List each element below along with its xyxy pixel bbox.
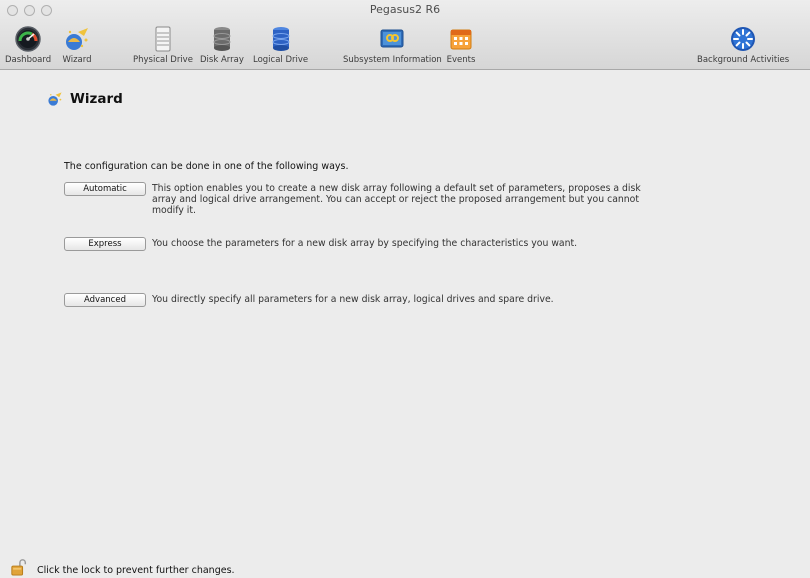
option-automatic: Automatic This option enables you to cre…: [64, 182, 662, 216]
option-express: Express You choose the parameters for a …: [64, 237, 662, 251]
option-advanced: Advanced You directly specify all parame…: [64, 293, 662, 307]
physical-drive-icon: [155, 26, 171, 52]
main-content: Wizard The configuration can be done in …: [0, 70, 810, 555]
toolbar-wizard[interactable]: Wizard: [62, 24, 92, 65]
window-title: Pegasus2 R6: [369, 3, 441, 16]
option-description: You directly specify all parameters for …: [152, 294, 554, 305]
option-description: This option enables you to create a new …: [152, 183, 641, 216]
toolbar-background-activities[interactable]: Background Activities: [697, 24, 789, 65]
toolbar-label: Background Activities: [697, 55, 790, 65]
toolbar-label: Events: [446, 55, 476, 65]
events-calendar-icon: [450, 29, 472, 50]
page-header: Wizard: [46, 90, 123, 108]
dashboard-gauge-icon: [15, 26, 41, 52]
page-title: Wizard: [70, 91, 123, 107]
toolbar-label: Physical Drive: [133, 55, 193, 65]
toolbar-dashboard[interactable]: Dashboard: [5, 24, 51, 65]
toolbar-subsystem-information[interactable]: Subsystem Information: [343, 24, 442, 65]
disk-array-icon: [213, 27, 231, 51]
toolbar-physical-drive[interactable]: Physical Drive: [133, 24, 193, 65]
wizard-panel: Wizard The configuration can be done in …: [6, 70, 804, 555]
toolbar-label: Dashboard: [5, 55, 52, 65]
toolbar-events[interactable]: Events: [446, 24, 476, 65]
lock-icon[interactable]: [10, 558, 28, 576]
subsystem-information-icon: [380, 29, 404, 48]
toolbar-label: Wizard: [62, 55, 92, 65]
background-activities-icon: [731, 27, 756, 51]
wizard-icon: [66, 28, 88, 50]
wizard-icon: [48, 92, 62, 106]
toolbar-label: Disk Array: [200, 55, 244, 65]
toolbar-logical-drive[interactable]: Logical Drive: [253, 24, 308, 65]
option-description: You choose the parameters for a new disk…: [152, 238, 578, 249]
intro-text: The configuration can be done in one of …: [64, 161, 349, 172]
window-toolbar: Pegasus2 R6 Dashboard Wizard Physical Dr…: [0, 0, 810, 70]
app-window: Pegasus2 R6 Dashboard Wizard Physical Dr…: [0, 0, 810, 578]
toolbar-label: Logical Drive: [253, 55, 309, 65]
toolbar-disk-array[interactable]: Disk Array: [200, 24, 244, 65]
toolbar-label: Subsystem Information: [343, 55, 442, 65]
lock-message: Click the lock to prevent further change…: [37, 565, 235, 576]
lock-footer: Click the lock to prevent further change…: [0, 555, 810, 578]
advanced-button[interactable]: Advanced: [64, 293, 146, 307]
express-button[interactable]: Express: [64, 237, 146, 251]
logical-drive-icon: [272, 27, 290, 51]
automatic-button[interactable]: Automatic: [64, 182, 146, 196]
